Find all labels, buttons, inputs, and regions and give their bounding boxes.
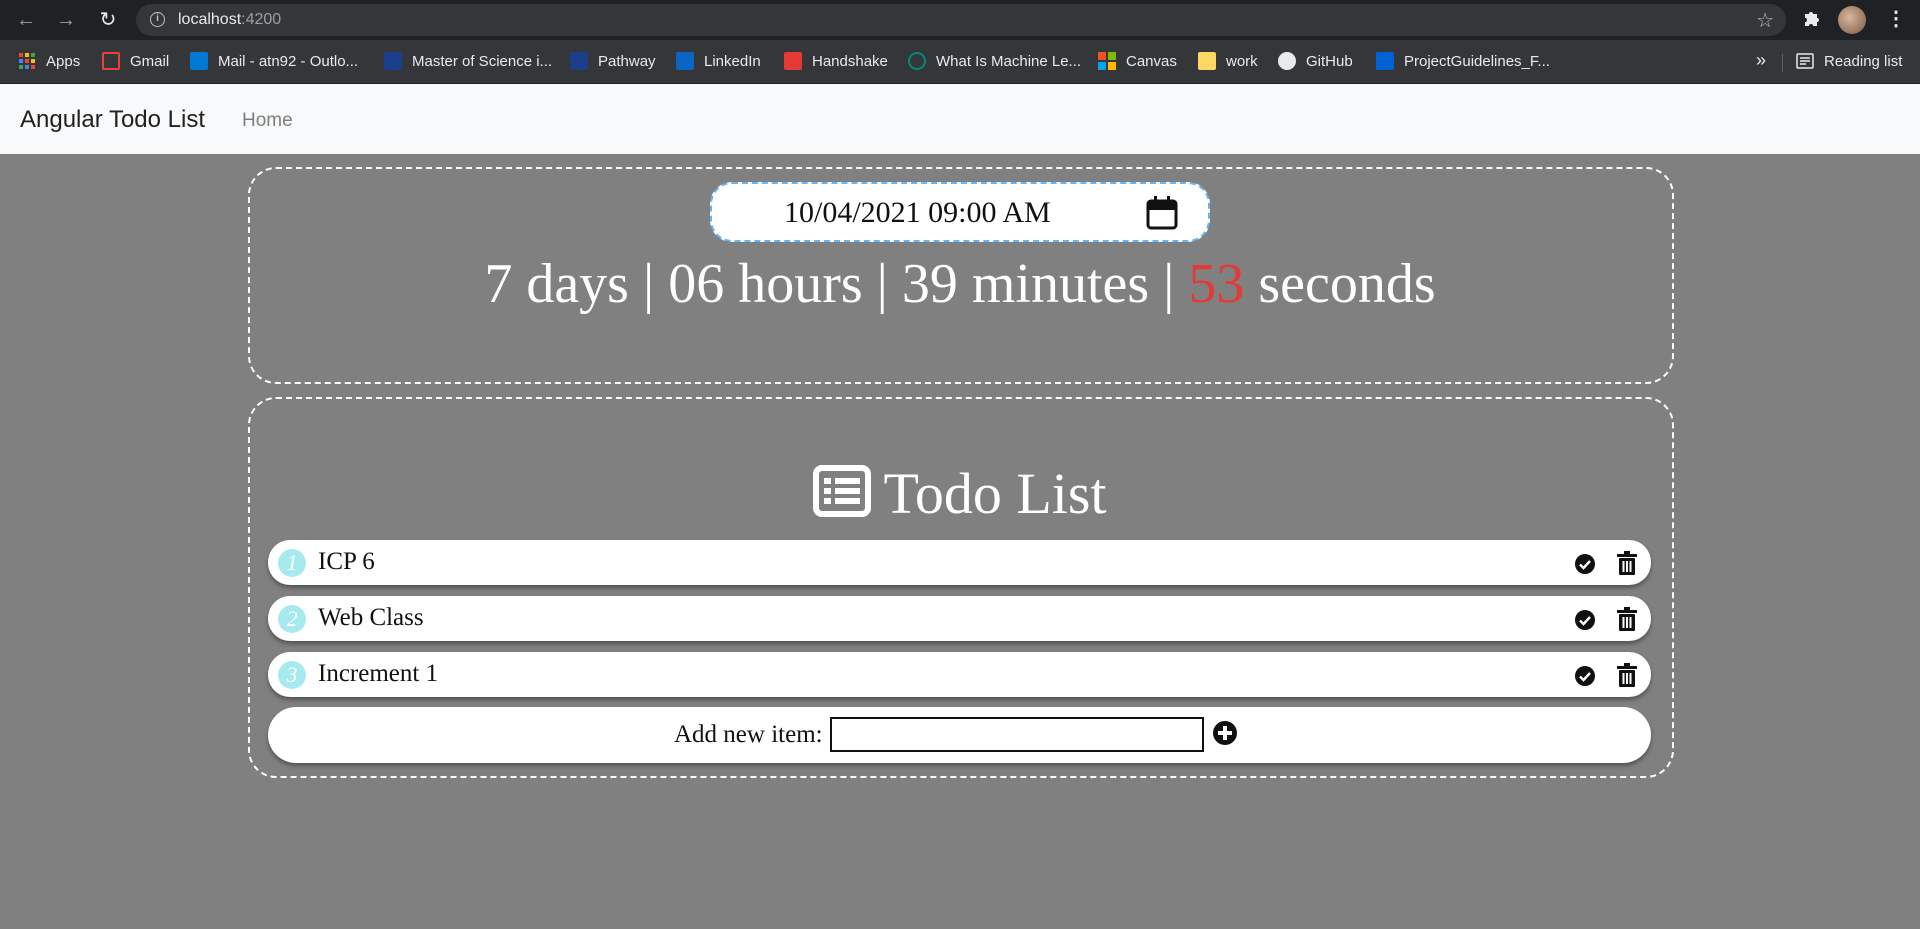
add-item-input[interactable] bbox=[830, 717, 1204, 752]
reading-list-icon bbox=[1796, 52, 1814, 70]
forward-arrow-icon[interactable]: → bbox=[54, 8, 78, 32]
reading-list-label: Reading list bbox=[1824, 52, 1903, 70]
site-info-icon[interactable]: i bbox=[150, 12, 165, 27]
reload-icon[interactable]: ↻ bbox=[96, 8, 120, 32]
linkedin-icon bbox=[676, 52, 694, 70]
todo-item-number: 3 bbox=[278, 661, 306, 689]
browser-menu-icon[interactable]: ⋮ bbox=[1886, 6, 1906, 31]
todo-item-text: ICP 6 bbox=[318, 548, 375, 575]
folder-icon bbox=[1198, 52, 1216, 70]
complete-check-icon[interactable] bbox=[1574, 609, 1596, 631]
apps-grid-icon bbox=[18, 52, 36, 70]
bookmarks-bar: Apps Gmail Mail - atn92 - Outlo... Maste… bbox=[0, 40, 1920, 84]
eye-icon bbox=[908, 52, 926, 70]
add-item-row: Add new item: bbox=[268, 707, 1651, 763]
delete-trash-icon[interactable] bbox=[1617, 607, 1637, 631]
add-plus-icon[interactable] bbox=[1212, 720, 1238, 746]
address-bar[interactable]: i localhost:4200 ☆ bbox=[136, 4, 1786, 36]
back-arrow-icon[interactable]: ← bbox=[14, 8, 38, 32]
bookmark-label: Pathway bbox=[598, 52, 656, 70]
complete-check-icon[interactable] bbox=[1574, 665, 1596, 687]
countdown-text: 7 days | 06 hours | 39 minutes | 53 seco… bbox=[0, 252, 1920, 316]
delete-trash-icon[interactable] bbox=[1617, 551, 1637, 575]
home-link[interactable]: Home bbox=[242, 110, 293, 132]
countdown-seconds-value: 53 bbox=[1188, 253, 1245, 315]
todo-title-text: Todo List bbox=[883, 461, 1107, 526]
bookmark-label: Master of Science i... bbox=[412, 52, 553, 70]
todo-item-number: 1 bbox=[278, 549, 306, 577]
bookmark-project-guidelines[interactable]: ProjectGuidelines_F... bbox=[1376, 52, 1550, 70]
bookmark-label: ProjectGuidelines_F... bbox=[1404, 52, 1550, 70]
bookmark-machine-learning[interactable]: What Is Machine Le... bbox=[908, 52, 1081, 70]
calendar-icon[interactable] bbox=[1146, 196, 1178, 230]
bookmark-label: GitHub bbox=[1306, 52, 1353, 70]
todo-item: 3 Increment 1 bbox=[268, 652, 1651, 697]
url-host: localhost bbox=[178, 11, 242, 28]
app-navbar: Angular Todo List Home bbox=[0, 84, 1920, 154]
gmail-icon bbox=[102, 52, 120, 70]
delete-trash-icon[interactable] bbox=[1617, 663, 1637, 687]
university-icon bbox=[570, 52, 588, 70]
bookmark-gmail[interactable]: Gmail bbox=[102, 52, 169, 70]
todo-item-text: Web Class bbox=[318, 604, 424, 631]
bookmark-label: What Is Machine Le... bbox=[936, 52, 1082, 70]
profile-avatar[interactable] bbox=[1838, 6, 1866, 34]
add-item-label: Add new item: bbox=[674, 721, 823, 748]
datetime-picker-input[interactable]: 10/04/2021 09:00 AM bbox=[710, 182, 1210, 242]
bookmark-work[interactable]: work bbox=[1198, 52, 1258, 70]
microsoft-icon bbox=[1098, 52, 1116, 70]
datetime-value: 10/04/2021 09:00 AM bbox=[784, 196, 1051, 229]
handshake-icon bbox=[784, 52, 802, 70]
bookmark-label: Handshake bbox=[812, 52, 888, 70]
outlook-icon bbox=[190, 52, 208, 70]
todo-item-number: 2 bbox=[278, 605, 306, 633]
app-brand[interactable]: Angular Todo List bbox=[20, 106, 205, 134]
bookmark-label: Gmail bbox=[130, 52, 170, 70]
todo-item: 1 ICP 6 bbox=[268, 540, 1651, 585]
bookmark-label: Canvas bbox=[1126, 52, 1177, 70]
url-port: :4200 bbox=[241, 11, 282, 28]
reading-list-button[interactable]: Reading list bbox=[1796, 52, 1902, 70]
university-icon bbox=[384, 52, 402, 70]
box-icon bbox=[1376, 52, 1394, 70]
bookmark-star-icon[interactable]: ☆ bbox=[1756, 8, 1774, 33]
url-text[interactable]: localhost:4200 bbox=[178, 11, 281, 29]
bookmark-apps[interactable]: Apps bbox=[18, 52, 80, 70]
bookmark-master-of-science[interactable]: Master of Science i... bbox=[384, 52, 552, 70]
countdown-duration: 7 days | 06 hours | 39 minutes | bbox=[484, 253, 1189, 315]
bookmark-label: Mail - atn92 - Outlo... bbox=[218, 52, 359, 70]
todo-title: Todo List bbox=[0, 460, 1920, 527]
bookmark-outlook[interactable]: Mail - atn92 - Outlo... bbox=[190, 52, 358, 70]
bookmark-linkedin[interactable]: LinkedIn bbox=[676, 52, 761, 70]
bookmark-label: Apps bbox=[46, 52, 81, 70]
bookmark-label: LinkedIn bbox=[704, 52, 761, 70]
bookmark-canvas[interactable]: Canvas bbox=[1098, 52, 1177, 70]
todo-item: 2 Web Class bbox=[268, 596, 1651, 641]
bookmarks-divider bbox=[1782, 54, 1783, 72]
bookmark-pathway[interactable]: Pathway bbox=[570, 52, 656, 70]
extensions-puzzle-icon[interactable] bbox=[1802, 8, 1822, 33]
list-icon bbox=[813, 464, 872, 517]
bookmark-handshake[interactable]: Handshake bbox=[784, 52, 888, 70]
more-bookmarks-chevron-icon[interactable]: » bbox=[1756, 50, 1766, 71]
countdown-seconds-label: seconds bbox=[1244, 253, 1436, 315]
todo-item-text: Increment 1 bbox=[318, 660, 439, 687]
browser-toolbar: ← → ↻ i localhost:4200 ☆ ⋮ bbox=[0, 0, 1920, 40]
complete-check-icon[interactable] bbox=[1574, 553, 1596, 575]
bookmark-github[interactable]: GitHub bbox=[1278, 52, 1353, 70]
github-icon bbox=[1278, 52, 1296, 70]
bookmark-label: work bbox=[1226, 52, 1258, 70]
